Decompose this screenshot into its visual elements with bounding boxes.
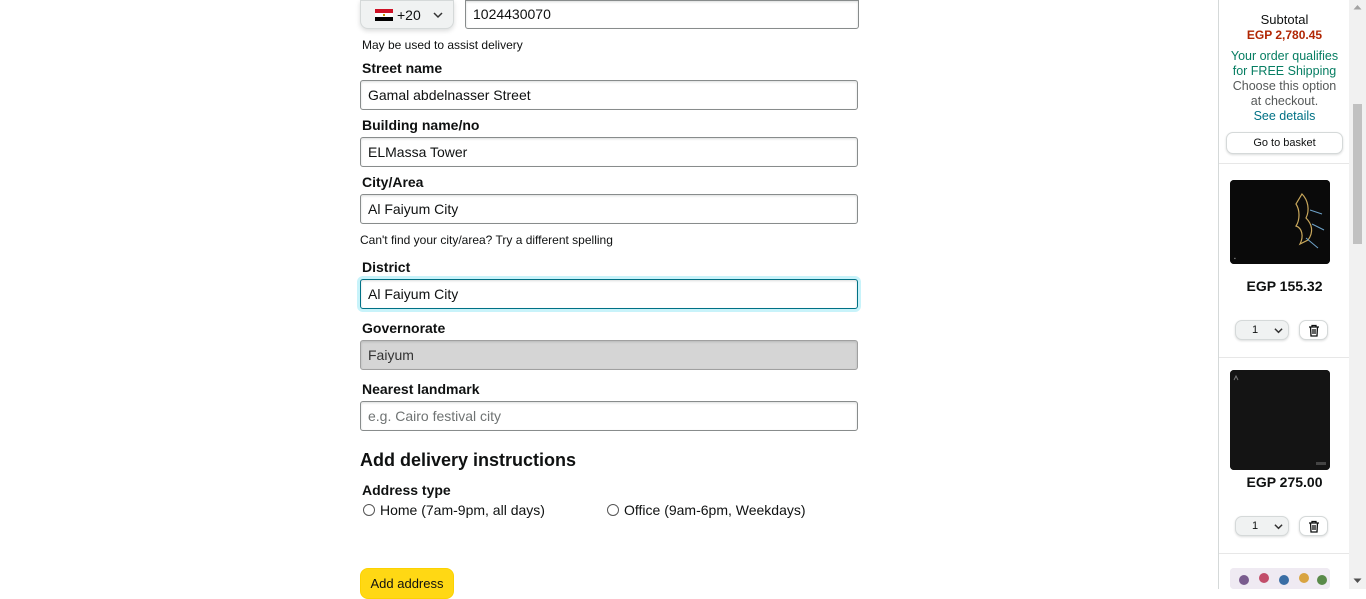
go-to-basket-button[interactable]: Go to basket [1226, 132, 1343, 154]
item-2-delete-button[interactable] [1299, 516, 1328, 536]
choose-line1: Choose this option [1232, 79, 1337, 93]
chevron-down-icon [1274, 327, 1283, 333]
scroll-up-arrow-icon[interactable] [1353, 4, 1362, 10]
city-hint: Can't find your city/area? Try a differe… [360, 233, 613, 247]
product-image-1[interactable]: ▪ [1230, 180, 1330, 264]
item-1-qty-value: 1 [1252, 324, 1259, 336]
building-label: Building name/no [362, 117, 480, 133]
address-type-office[interactable]: Office (9am-6pm, Weekdays) [607, 502, 806, 518]
scroll-down-arrow-icon[interactable] [1353, 578, 1362, 584]
item-2-price: EGP 275.00 [1246, 474, 1323, 490]
chevron-down-icon [433, 11, 443, 18]
office-radio[interactable] [607, 504, 619, 516]
item-2-qty-value: 1 [1252, 520, 1259, 532]
district-label: District [362, 259, 411, 275]
item-1-quantity-select[interactable]: 1 [1235, 320, 1289, 340]
product-image-3[interactable] [1230, 568, 1330, 589]
governorate-input [360, 340, 858, 370]
home-radio[interactable] [363, 504, 375, 516]
phone-hint: May be used to assist delivery [362, 38, 523, 52]
landmark-label: Nearest landmark [362, 381, 480, 397]
home-option-label: Home (7am-9pm, all days) [380, 502, 545, 518]
mousepad-anime-image [1230, 568, 1330, 589]
district-input[interactable] [360, 279, 858, 309]
item-1-delete-button[interactable] [1299, 320, 1328, 340]
city-input[interactable] [360, 194, 858, 224]
landmark-input[interactable] [360, 401, 858, 431]
country-code-value: +20 [397, 6, 421, 23]
address-type-home[interactable]: Home (7am-9pm, all days) [363, 502, 545, 518]
free-shipping-notice: Your order qualifies for FREE Shipping C… [1219, 49, 1350, 124]
governorate-label: Governorate [362, 320, 446, 336]
choose-line2: at checkout. [1250, 94, 1319, 108]
country-code-dropdown[interactable]: +20 [360, 0, 454, 29]
see-details-link[interactable]: See details [1219, 109, 1350, 124]
mousepad-black-image [1230, 370, 1330, 470]
free-shipping-line1: Your order qualifies [1230, 49, 1339, 63]
divider [1219, 553, 1350, 554]
scrollbar-thumb[interactable] [1353, 104, 1362, 244]
add-address-button[interactable]: Add address [360, 568, 454, 599]
divider [1219, 163, 1350, 164]
trash-icon [1308, 520, 1319, 533]
chevron-down-icon [1274, 523, 1283, 529]
egypt-flag-icon [375, 8, 393, 21]
delivery-instructions-heading[interactable]: Add delivery instructions [360, 450, 576, 471]
svg-text:▪: ▪ [1234, 256, 1236, 262]
item-1-price: EGP 155.32 [1246, 278, 1323, 294]
office-option-label: Office (9am-6pm, Weekdays) [624, 502, 806, 518]
trash-icon [1308, 324, 1319, 337]
city-label: City/Area [362, 174, 424, 190]
subtotal-label: Subtotal [1260, 12, 1309, 27]
phone-number-input[interactable] [465, 0, 859, 29]
page-scrollbar[interactable] [1349, 0, 1366, 589]
address-type-label: Address type [362, 482, 451, 498]
cart-sidebar: Subtotal EGP 2,780.45 Your order qualifi… [1218, 0, 1350, 589]
product-image-2[interactable] [1230, 370, 1330, 470]
street-label: Street name [362, 60, 443, 76]
free-shipping-line2: for FREE Shipping [1232, 64, 1337, 78]
item-2-quantity-select[interactable]: 1 [1235, 516, 1289, 536]
mousepad-dragon-image: ▪ [1230, 180, 1330, 264]
building-input[interactable] [360, 137, 858, 167]
street-name-input[interactable] [360, 80, 858, 110]
subtotal-value: EGP 2,780.45 [1246, 28, 1323, 42]
address-form: +20 May be used to assist delivery Stree… [0, 0, 1218, 599]
divider [1219, 357, 1350, 358]
